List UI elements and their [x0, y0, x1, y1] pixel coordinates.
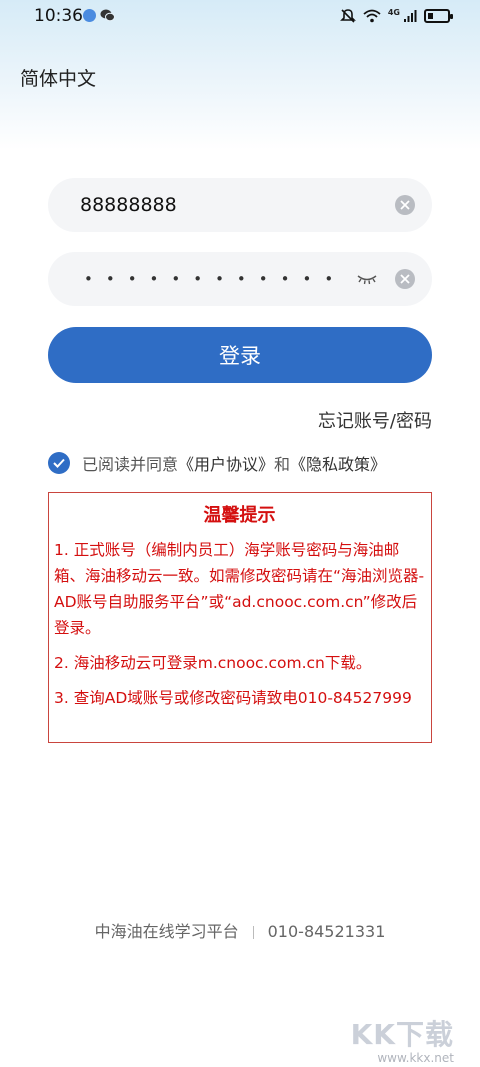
- signal-icon: [404, 10, 417, 22]
- notice-item: 2. 海油移动云可登录m.cnooc.com.cn下载。: [54, 654, 372, 672]
- agreement-checkbox[interactable]: [48, 452, 70, 474]
- agreement-conjunction: 和: [274, 455, 291, 474]
- username-field[interactable]: [48, 178, 432, 232]
- forgot-account-password-link[interactable]: 忘记账号/密码: [318, 407, 432, 433]
- close-icon: [400, 274, 410, 284]
- browser-notification-icon: [83, 9, 96, 22]
- watermark-url: www.kkx.net: [377, 1051, 454, 1065]
- notice-item: 3. 查询AD域账号或修改密码请致电010-84527999: [54, 689, 412, 707]
- battery-icon: [424, 9, 453, 23]
- eye-closed-icon[interactable]: [356, 270, 378, 286]
- status-bar: 10:36 4G: [0, 0, 480, 34]
- platform-name: 中海油在线学习平台: [94, 922, 239, 941]
- wifi-icon: [363, 9, 381, 23]
- footer-divider: [252, 926, 254, 939]
- user-agreement-link[interactable]: 《用户协议》: [178, 451, 274, 475]
- agreement-row: 已阅读并同意 《用户协议》 和 《隐私政策》: [48, 451, 386, 475]
- login-button[interactable]: 登录: [48, 327, 432, 383]
- username-input[interactable]: [80, 194, 360, 216]
- network-type-label: 4G: [387, 7, 400, 17]
- notice-title: 温馨提示: [203, 505, 276, 526]
- wechat-notification-icon: [100, 9, 115, 22]
- status-icons: 4G: [339, 6, 453, 26]
- privacy-policy-link[interactable]: 《隐私政策》: [290, 451, 386, 475]
- notice-item: 1. 正式账号（编制内员工）海学账号密码与海油邮箱、海油移动云一致。如需修改密码…: [54, 541, 425, 637]
- language-selector[interactable]: 简体中文: [20, 64, 96, 91]
- contact-phone: 010-84521331: [267, 922, 386, 941]
- close-icon: [400, 200, 410, 210]
- notice-box: 温馨提示 1. 正式账号（编制内员工）海学账号密码与海油邮箱、海油移动云一致。如…: [48, 492, 432, 743]
- watermark-logo: KK下载: [350, 1018, 454, 1051]
- footer: 中海油在线学习平台 010-84521331: [0, 918, 480, 942]
- clear-password-button[interactable]: [395, 269, 415, 289]
- clear-username-button[interactable]: [395, 195, 415, 215]
- watermark: KK下载 www.kkx.net: [351, 1013, 454, 1065]
- check-icon: [53, 458, 65, 468]
- agreement-prefix: 已阅读并同意: [82, 455, 179, 474]
- mute-bell-icon: [339, 9, 356, 23]
- password-input[interactable]: ••••••••••••: [84, 270, 346, 288]
- status-time: 10:36: [34, 6, 83, 26]
- password-field[interactable]: ••••••••••••: [48, 252, 432, 306]
